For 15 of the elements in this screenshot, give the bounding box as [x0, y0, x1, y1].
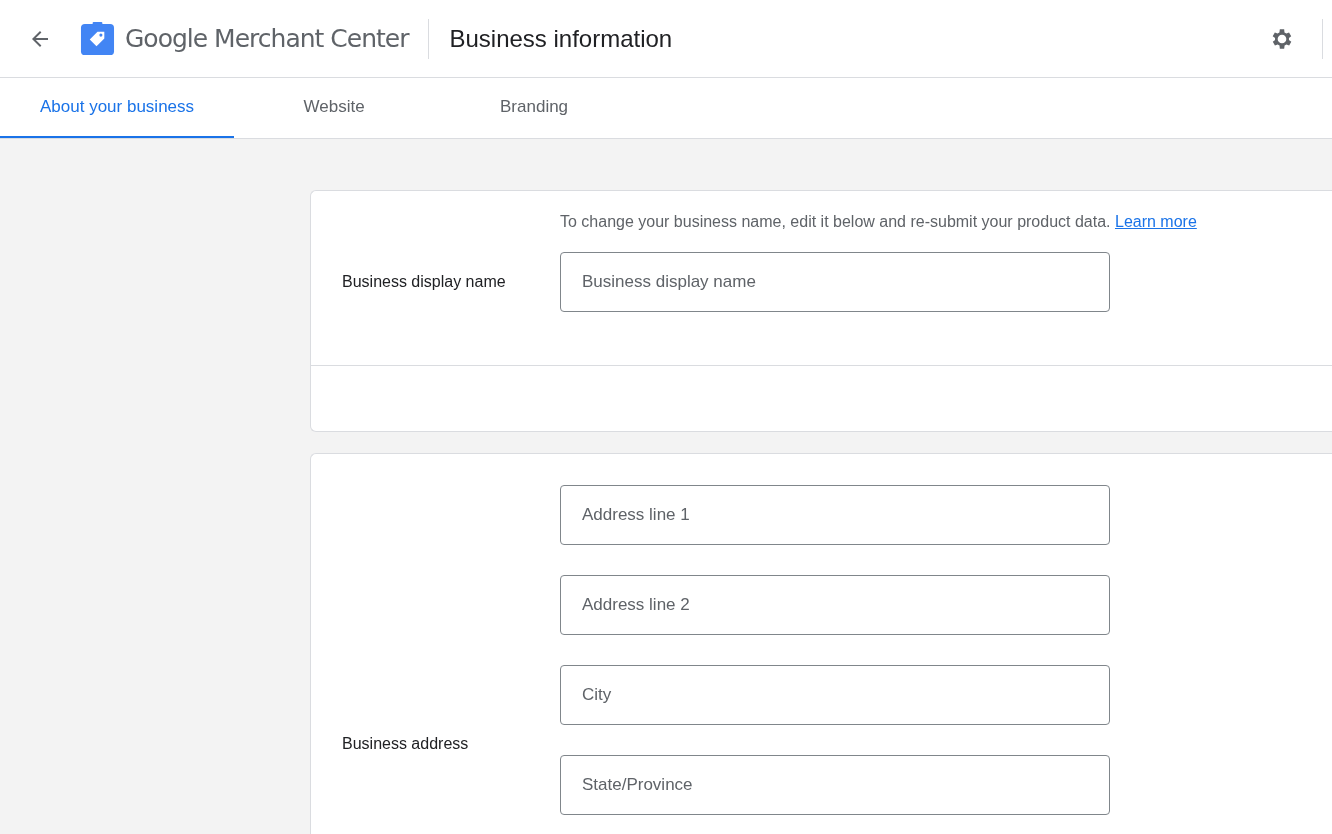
- tab[interactable]: About your business: [0, 78, 235, 138]
- text-field[interactable]: State/Province: [560, 755, 1110, 815]
- tab[interactable]: Website: [234, 78, 435, 138]
- field-label: Business address: [341, 734, 470, 753]
- page-title: Business information: [449, 24, 673, 53]
- text-field[interactable]: Business display name: [560, 252, 1110, 312]
- tab[interactable]: Branding: [434, 78, 635, 138]
- text-field[interactable]: City: [560, 665, 1110, 725]
- field-label: Business display name: [341, 271, 507, 291]
- tag-logo-icon: [80, 21, 115, 56]
- product-name: Google Merchant Center: [125, 24, 409, 53]
- text-field[interactable]: Address line 2: [560, 575, 1110, 635]
- learn-more-link[interactable]: Learn more: [1115, 213, 1197, 230]
- text-field[interactable]: Address line 1: [560, 485, 1110, 545]
- help-text: To change your business name, edit it below and re-submit your product data. Learn more: [560, 213, 1197, 231]
